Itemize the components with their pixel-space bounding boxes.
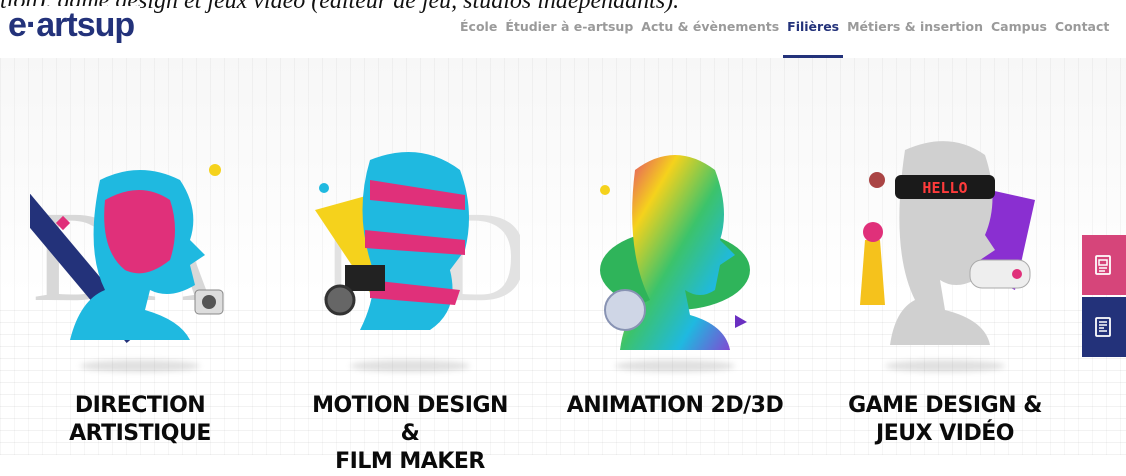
- card-title: ANIMATION 2D/3D: [566, 393, 784, 418]
- card-motion-design[interactable]: MD MOTION DESIGN & FILM MAKER: [300, 140, 520, 474]
- apply-button[interactable]: [1082, 297, 1126, 357]
- bust-da-icon: DA: [30, 164, 224, 344]
- brochure-button[interactable]: [1082, 235, 1126, 295]
- card-title: GAME DESIGN & JEUX VIDÉO: [848, 393, 1042, 446]
- nav-metiers[interactable]: Métiers & insertion: [847, 19, 983, 34]
- main-nav: École Étudier à e-artsup Actu & évènemen…: [460, 19, 1109, 58]
- card-shadow: [615, 360, 735, 372]
- site-header: e·artsup École Étudier à e-artsup Actu &…: [0, 0, 1126, 58]
- nav-etudier[interactable]: Étudier à e-artsup: [505, 19, 633, 34]
- nav-contact[interactable]: Contact: [1055, 19, 1109, 34]
- application-form-icon: [1095, 317, 1111, 337]
- card-game-design[interactable]: HELLO GAME DESIGN & JEUX VIDÉO: [835, 140, 1055, 455]
- bust-game-icon: HELLO: [860, 141, 1035, 345]
- card-title: DIRECTION ARTISTIQUE: [69, 393, 211, 446]
- card-direction-artistique[interactable]: DA DIRECTION ARTISTIQUE: [30, 140, 250, 455]
- nav-campus[interactable]: Campus: [991, 19, 1047, 34]
- nav-ecole[interactable]: École: [460, 19, 497, 34]
- nav-filieres[interactable]: Filières: [783, 19, 844, 58]
- card-shadow: [350, 360, 470, 372]
- bust-animation-icon: [600, 155, 750, 350]
- brochure-icon: [1095, 255, 1111, 275]
- card-title: MOTION DESIGN & FILM MAKER: [312, 393, 508, 474]
- eartsup-logo[interactable]: e·artsup: [8, 6, 141, 45]
- card-shadow: [885, 360, 1005, 372]
- card-animation[interactable]: ANIMATION 2D/3D: [565, 140, 785, 455]
- hello-badge: HELLO: [922, 179, 967, 197]
- bust-motion-icon: MD: [315, 152, 520, 330]
- card-shadow: [80, 360, 200, 372]
- nav-actu[interactable]: Actu & évènements: [641, 19, 779, 34]
